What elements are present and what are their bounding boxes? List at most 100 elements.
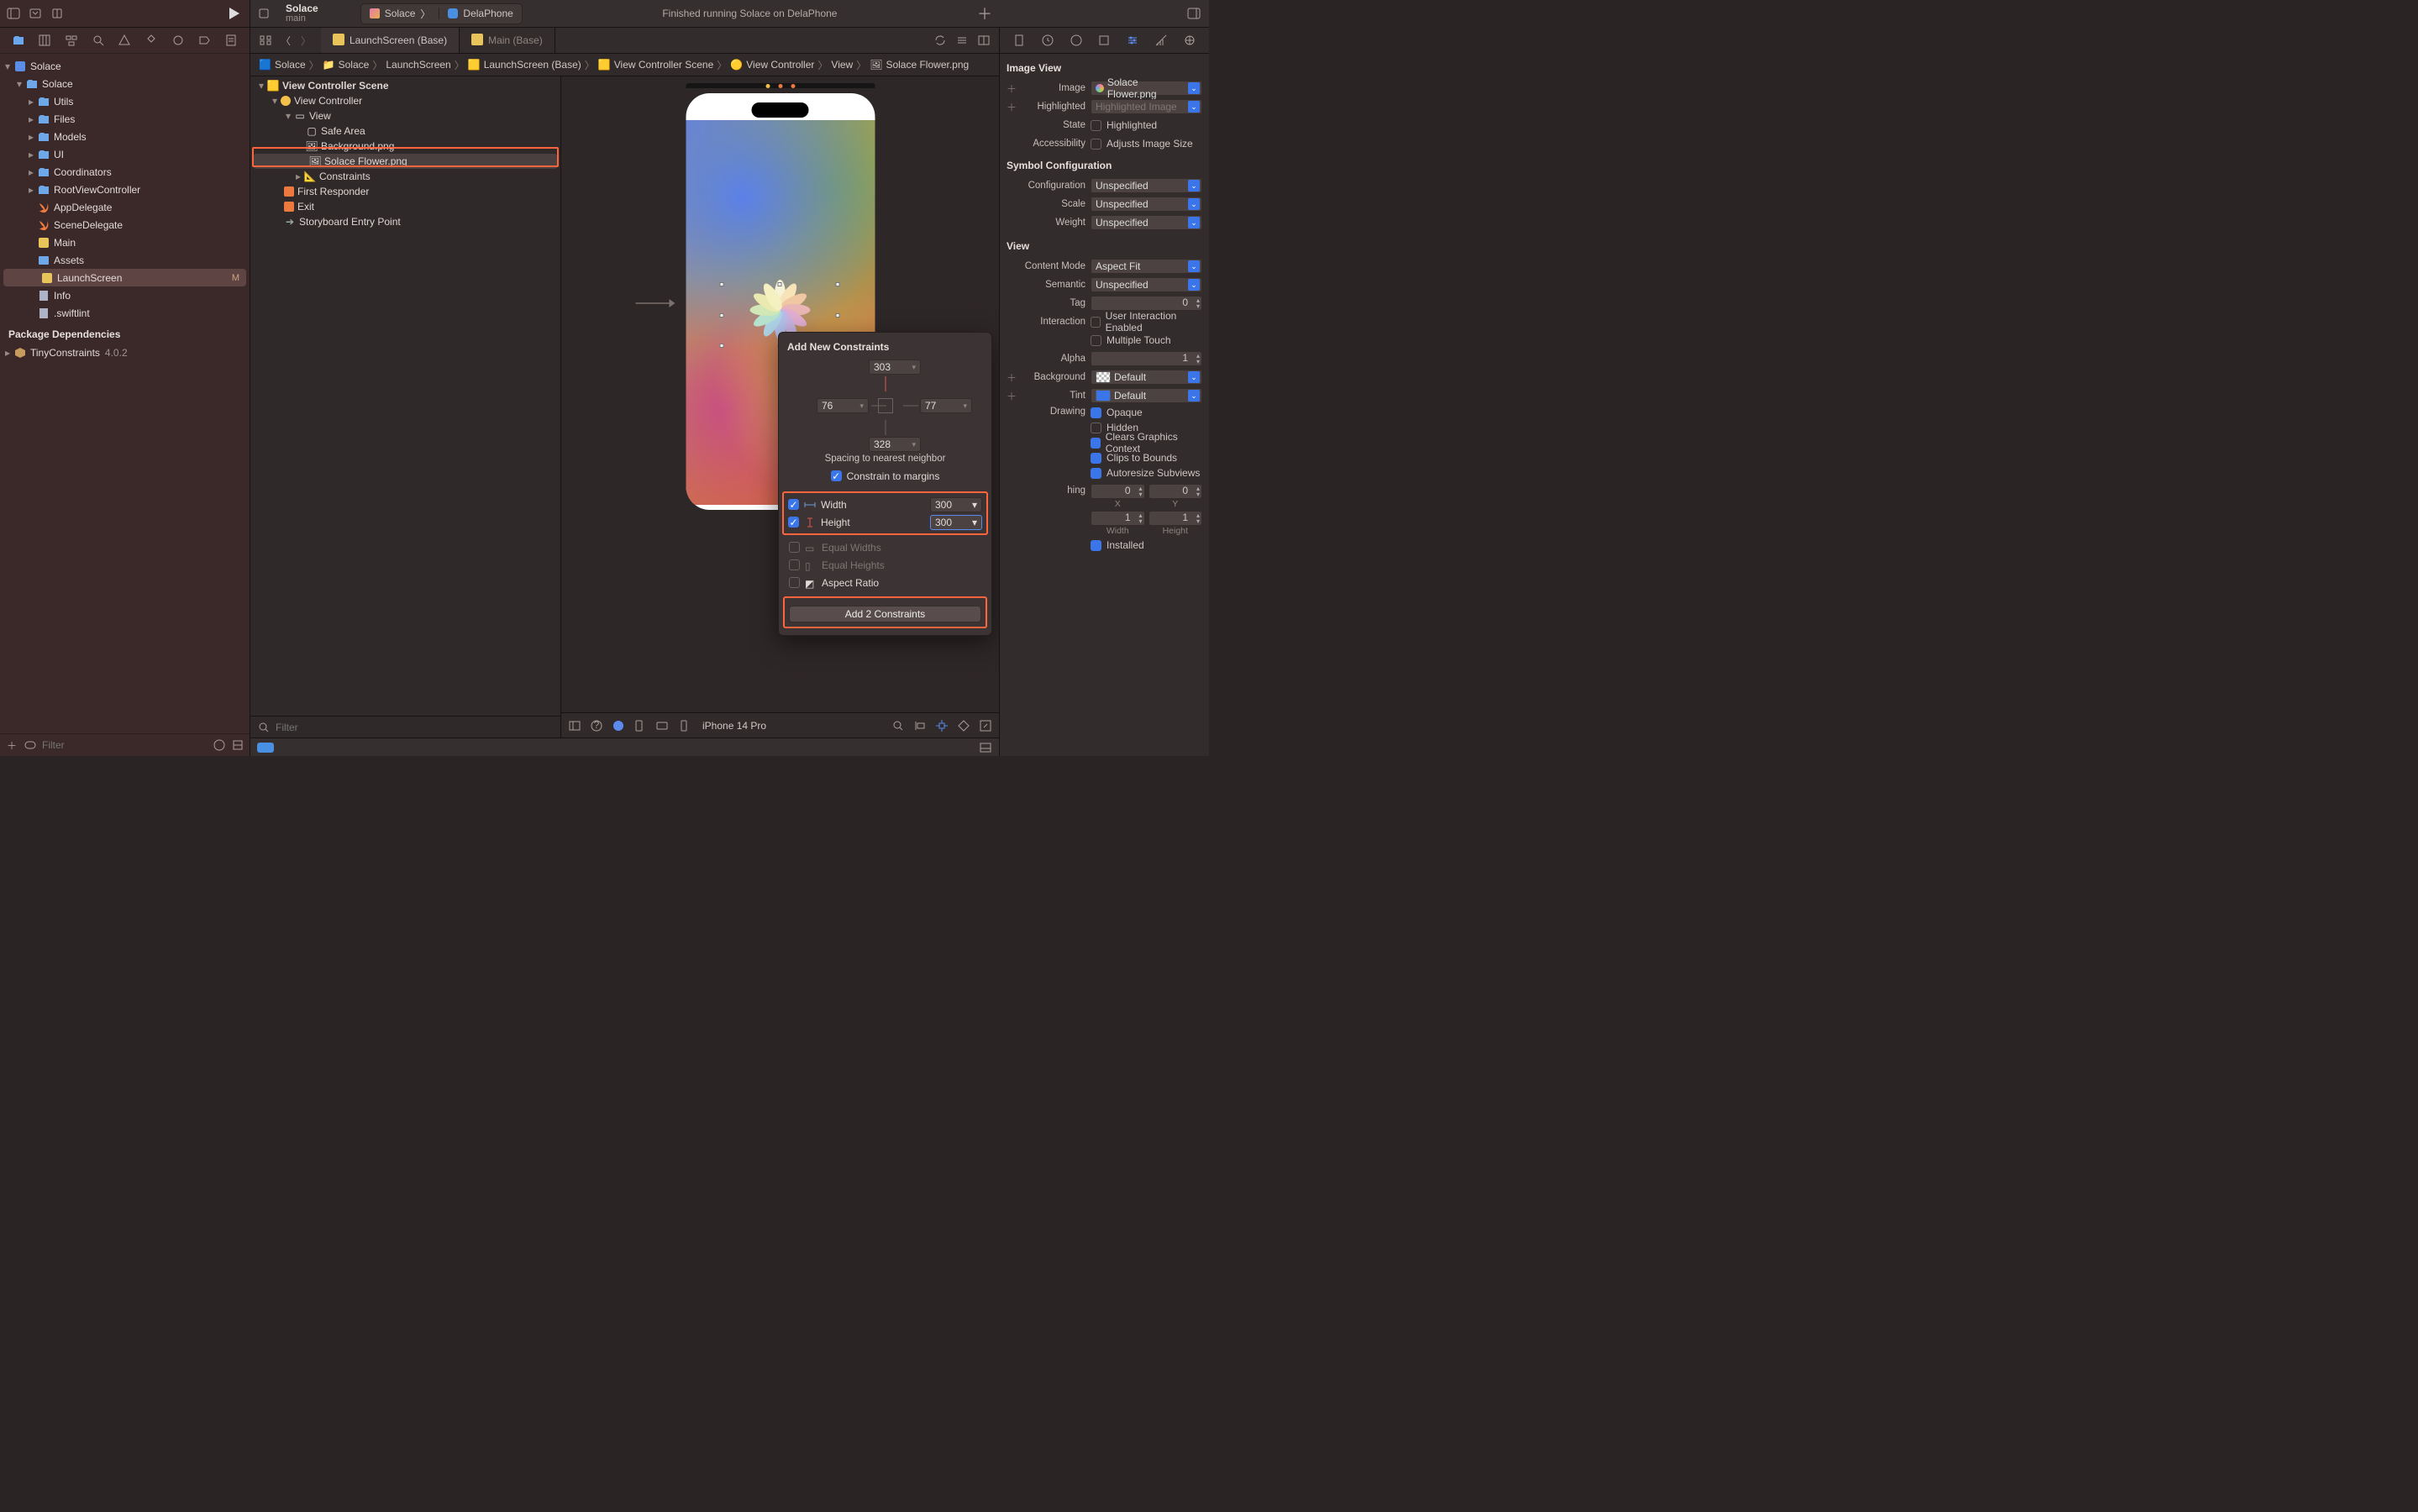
crumb[interactable]: View Controller [746, 59, 814, 71]
nav-reports-icon[interactable] [224, 34, 238, 47]
canvas-appearance-icon[interactable] [612, 719, 625, 732]
equal-heights-row[interactable]: ▯Equal Heights [787, 556, 983, 574]
outline-entry-point[interactable]: ➔Storyboard Entry Point [250, 214, 560, 229]
library-button[interactable] [1187, 7, 1201, 20]
nav-fwd-icon[interactable] [50, 7, 64, 20]
nav-item-main[interactable]: Main [0, 234, 250, 251]
stretch-w-stepper[interactable]: 1▴▾ [1091, 511, 1145, 526]
selection-handle[interactable] [777, 282, 781, 286]
crumb[interactable]: View Controller Scene [614, 59, 714, 71]
add-editor-icon[interactable] [977, 34, 991, 47]
group-solace[interactable]: ▾ Solace [0, 75, 250, 92]
nav-item-rootviewcontroller[interactable]: ▸RootViewController [0, 181, 250, 198]
selection-handle[interactable] [719, 282, 723, 286]
content-mode-select[interactable]: Aspect Fit⌄ [1091, 259, 1202, 274]
add-constraints-button[interactable]: Add 2 Constraints [789, 606, 981, 622]
plus-icon[interactable]: ＋ [1007, 100, 1015, 114]
nav-item-appdelegate[interactable]: AppDelegate [0, 198, 250, 216]
nav-item-launchscreen[interactable]: LaunchScreenM [3, 269, 246, 286]
checkbox[interactable] [1091, 407, 1101, 418]
checkbox[interactable] [1091, 438, 1101, 449]
selection-handle[interactable] [835, 313, 839, 318]
filter-scope-icon[interactable] [24, 738, 37, 752]
jump-bar[interactable]: 🟦 Solace〉 📁 Solace〉 LaunchScreen〉 🟨 Laun… [250, 54, 999, 76]
clock-icon[interactable] [213, 738, 226, 752]
stretch-h-stepper[interactable]: 1▴▾ [1149, 511, 1203, 526]
configuration-select[interactable]: Unspecified⌄ [1091, 178, 1202, 193]
sidebar-toggle-icon[interactable] [7, 7, 20, 20]
highlighted-select[interactable]: Highlighted Image⌄ [1091, 99, 1202, 114]
crumb[interactable]: Solace [275, 59, 306, 71]
identity-inspector-icon[interactable] [1097, 34, 1111, 47]
canvas-device-label[interactable]: iPhone 14 Pro [702, 720, 766, 732]
selection-handle[interactable] [835, 282, 839, 286]
nav-item-assets[interactable]: Assets [0, 251, 250, 269]
adjust-editor-icon[interactable] [955, 34, 969, 47]
nav-item-coordinators[interactable]: ▸Coordinators [0, 163, 250, 181]
canvas-landscape-icon[interactable] [655, 719, 669, 732]
connections-inspector-icon[interactable] [1183, 34, 1196, 47]
attributes-inspector-icon[interactable] [1126, 34, 1139, 47]
width-input[interactable]: 300▾ [930, 497, 982, 512]
nav-source-control-icon[interactable] [38, 34, 51, 47]
navigator-filter-input[interactable] [42, 739, 208, 751]
plus-icon[interactable]: ＋ [1007, 389, 1015, 403]
stretch-y-stepper[interactable]: 0▴▾ [1149, 484, 1203, 499]
alpha-stepper[interactable]: 1▴▾ [1091, 351, 1202, 366]
back-icon[interactable]: 〈 [279, 34, 292, 47]
nav-tests-icon[interactable] [145, 34, 158, 47]
inspector-body[interactable]: Image View ＋ImageSolace Flower.png⊕⌄ ＋Hi… [1000, 54, 1209, 756]
constrain-margins-row[interactable]: ✓ Constrain to margins [787, 467, 983, 485]
nav-back-icon[interactable] [29, 7, 42, 20]
canvas-device-icon[interactable] [677, 719, 691, 732]
run-button[interactable] [224, 4, 243, 23]
nav-symbols-icon[interactable] [65, 34, 78, 47]
checkbox[interactable]: ✓ [788, 517, 799, 528]
image-select[interactable]: Solace Flower.png⊕⌄ [1091, 81, 1202, 96]
height-input[interactable]: 300▾ [930, 515, 982, 530]
canvas-zoom-icon[interactable] [891, 719, 905, 732]
pin-bottom-input[interactable]: 328▾ [869, 437, 921, 452]
checkbox[interactable] [1091, 453, 1101, 464]
navigator-tree[interactable]: ▾ Solace ▾ Solace ▸Utils▸Files▸Models▸UI… [0, 54, 250, 733]
crumb[interactable]: View [831, 59, 853, 71]
height-row[interactable]: ✓ Height 300▾ [786, 513, 984, 531]
semantic-select[interactable]: Unspecified⌄ [1091, 277, 1202, 292]
outline-filter-input[interactable] [276, 722, 554, 733]
checkbox[interactable] [1091, 139, 1101, 150]
forward-icon[interactable]: 〉 [299, 34, 313, 47]
plus-icon[interactable]: ＋ [1007, 370, 1015, 385]
equal-widths-row[interactable]: ▭Equal Widths [787, 538, 983, 556]
help-inspector-icon[interactable] [1070, 34, 1083, 47]
canvas-help-icon[interactable]: ? [590, 719, 603, 732]
scale-select[interactable]: Unspecified⌄ [1091, 197, 1202, 212]
selection-handle[interactable] [719, 344, 723, 348]
project-root[interactable]: ▾ Solace [0, 57, 250, 75]
pin-trailing-input[interactable]: 77▾ [920, 398, 972, 413]
tag-stepper[interactable]: 0▴▾ [1091, 296, 1202, 311]
nav-item-utils[interactable]: ▸Utils [0, 92, 250, 110]
checkbox[interactable]: ✓ [788, 499, 799, 510]
file-inspector-icon[interactable] [1012, 34, 1026, 47]
nav-item-scenedelegate[interactable]: SceneDelegate [0, 216, 250, 234]
align-tool-icon[interactable] [913, 719, 927, 732]
stretch-x-stepper[interactable]: 0▴▾ [1091, 484, 1145, 499]
outline-background[interactable]: 🖼Background.png [250, 139, 560, 154]
outline-exit[interactable]: Exit [250, 199, 560, 214]
interface-builder-canvas[interactable]: Add New Constraints 303▾ 76▾ 77▾ 328▾ [561, 76, 999, 738]
outline-constraints[interactable]: ▸📐Constraints [250, 169, 560, 184]
drawing-option[interactable]: Clears Graphics Context [1091, 435, 1202, 450]
checkbox[interactable] [1091, 540, 1101, 551]
pin-diagram[interactable]: 303▾ 76▾ 77▾ 328▾ [787, 360, 983, 452]
scheme-selector[interactable]: Solace main [286, 3, 318, 24]
drawing-option[interactable]: Opaque [1091, 405, 1202, 420]
checkbox[interactable] [1091, 317, 1101, 328]
tab-main[interactable]: Main (Base) [460, 28, 555, 53]
outline-viewcontroller[interactable]: ▾View Controller [250, 93, 560, 108]
width-row[interactable]: ✓ Width 300▾ [786, 496, 984, 513]
outline-view[interactable]: ▾▭View [250, 108, 560, 123]
drawing-option[interactable]: Autoresize Subviews [1091, 465, 1202, 480]
crumb[interactable]: LaunchScreen (Base) [484, 59, 581, 71]
nav-breakpoints-icon[interactable] [197, 34, 211, 47]
outline-tree[interactable]: ▾🟨View Controller Scene ▾View Controller… [250, 76, 560, 716]
